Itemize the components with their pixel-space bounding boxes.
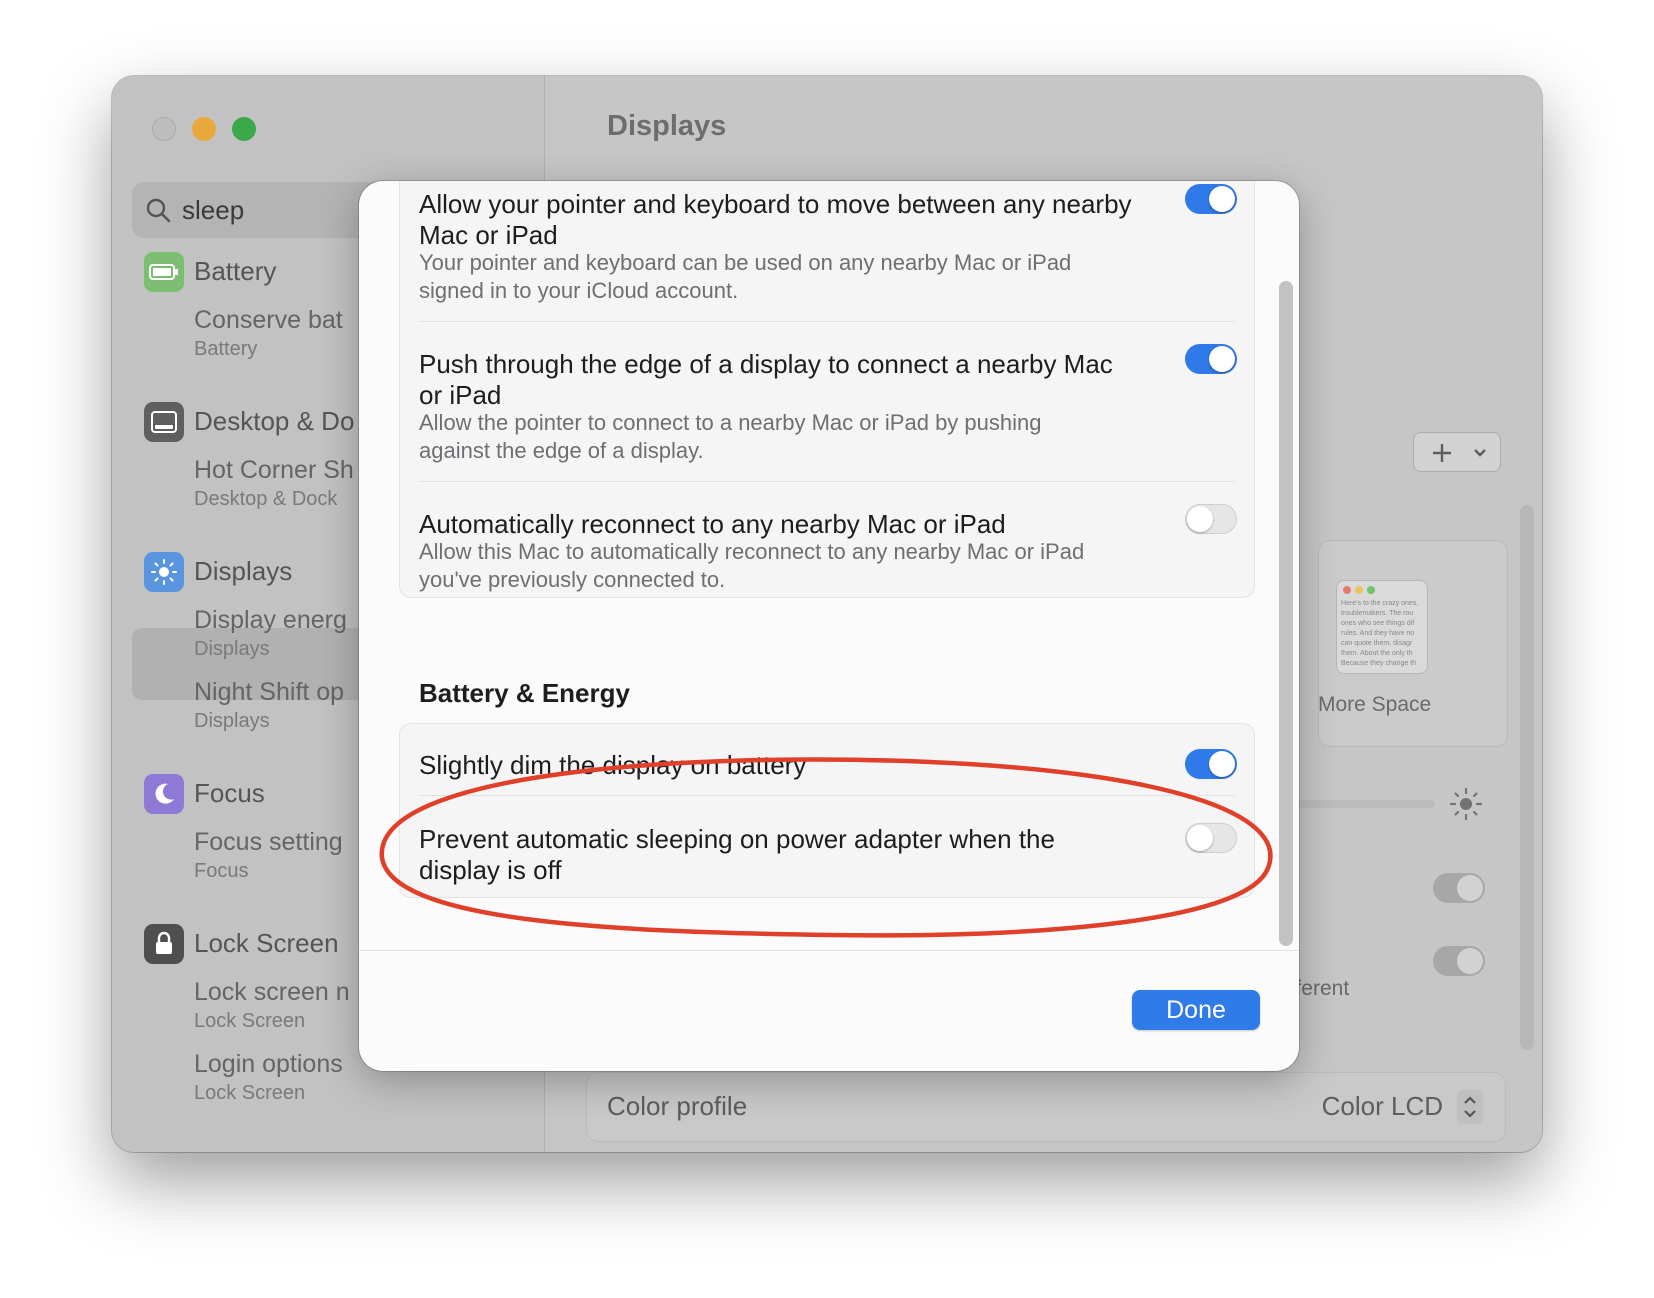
- sidebar-result-caption: Focus: [194, 860, 249, 882]
- divider: [419, 481, 1235, 482]
- preview-thumbnail: Here's to the crazy ones, troublemakers.…: [1336, 580, 1428, 674]
- sidebar-result-label[interactable]: Lock screen n: [194, 978, 350, 1007]
- sidebar-result-caption: Displays: [194, 710, 270, 732]
- row-description: Your pointer and keyboard can be used on…: [419, 250, 1072, 275]
- sidebar-result-label[interactable]: Login options: [194, 1050, 343, 1079]
- brightness-slider[interactable]: [1290, 800, 1435, 808]
- row-description: Allow the pointer to connect to a nearby…: [419, 410, 1042, 435]
- displays-icon: [144, 552, 184, 592]
- footer-divider: [359, 950, 1299, 951]
- battery-icon: [144, 252, 184, 292]
- add-display-button[interactable]: [1413, 432, 1501, 472]
- mini-traffic-lights-icon: [1343, 586, 1375, 594]
- row-title: Prevent automatic sleeping on power adap…: [419, 824, 1055, 854]
- color-profile-label: Color profile: [607, 1091, 748, 1121]
- section-title-battery-energy: Battery & Energy: [419, 678, 630, 708]
- sidebar-result-label[interactable]: Hot Corner Sh: [194, 456, 354, 485]
- color-profile-select[interactable]: Color LCD: [1322, 1091, 1443, 1122]
- sidebar-result-label[interactable]: Conserve bat: [194, 306, 343, 335]
- divider: [419, 795, 1235, 796]
- row-description: you've previously connected to.: [419, 567, 726, 592]
- focus-icon: [144, 774, 184, 814]
- row-description: Allow this Mac to automatically reconnec…: [419, 539, 1085, 564]
- sidebar-item-desktop-dock[interactable]: Desktop & Do: [194, 406, 354, 437]
- zoom-button[interactable]: [232, 117, 256, 141]
- brightness-icon: [1449, 787, 1483, 821]
- row-title: Automatically reconnect to any nearby Ma…: [419, 509, 1006, 539]
- search-icon: [146, 198, 171, 223]
- row-title: Slightly dim the display on battery: [419, 750, 807, 780]
- lock-screen-icon: [144, 924, 184, 964]
- main-scrollbar[interactable]: [1520, 505, 1534, 1050]
- row-title: Allow your pointer and keyboard to move …: [419, 189, 1132, 219]
- sidebar-item-lock-screen[interactable]: Lock Screen: [194, 928, 339, 959]
- divider: [419, 321, 1235, 322]
- sidebar-result-caption: Lock Screen: [194, 1010, 306, 1032]
- sidebar-result-label[interactable]: Display energ: [194, 606, 347, 635]
- advanced-settings-sheet: Allow your pointer and keyboard to move …: [359, 181, 1299, 1071]
- row-title: or iPad: [419, 380, 502, 410]
- done-button[interactable]: Done: [1132, 990, 1260, 1030]
- row-title: Push through the edge of a display to co…: [419, 349, 1113, 379]
- desktop-dock-icon: [144, 402, 184, 442]
- sidebar-item-displays[interactable]: Displays: [194, 556, 292, 587]
- dim-display-on-battery-toggle[interactable]: [1185, 749, 1237, 779]
- prevent-sleep-toggle[interactable]: [1185, 823, 1237, 853]
- sidebar-result-caption: Lock Screen: [194, 1082, 306, 1104]
- sheet-scrollbar[interactable]: [1279, 281, 1293, 946]
- push-through-edge-toggle[interactable]: [1185, 344, 1237, 374]
- row-description: signed in to your iCloud account.: [419, 278, 739, 303]
- sidebar-result-label[interactable]: Focus setting: [194, 828, 343, 857]
- minimize-button[interactable]: [192, 117, 216, 141]
- page-title: Displays: [607, 110, 727, 142]
- preview-sample-text: Here's to the crazy ones, troublemakers.…: [1341, 600, 1419, 667]
- chevron-up-down-icon: [1464, 1096, 1476, 1118]
- color-profile-row: Color profile Color LCD: [586, 1072, 1506, 1142]
- sidebar-item-focus[interactable]: Focus: [194, 778, 265, 809]
- plus-icon: [1433, 444, 1486, 462]
- sidebar-result-label[interactable]: Night Shift op: [194, 678, 344, 707]
- search-input[interactable]: sleep: [182, 195, 244, 226]
- background-toggle[interactable]: [1433, 946, 1485, 976]
- auto-reconnect-toggle[interactable]: [1185, 504, 1237, 534]
- select-stepper[interactable]: [1457, 1090, 1483, 1124]
- pointer-keyboard-toggle[interactable]: [1185, 184, 1237, 214]
- sidebar-item-battery[interactable]: Battery: [194, 256, 276, 287]
- close-button[interactable]: [152, 117, 176, 141]
- row-description: against the edge of a display.: [419, 438, 704, 463]
- row-title: display is off: [419, 855, 562, 885]
- more-space-label: More Space: [1318, 693, 1432, 716]
- background-toggle[interactable]: [1433, 873, 1485, 903]
- row-title: Mac or iPad: [419, 220, 558, 250]
- sidebar-result-caption: Battery: [194, 338, 258, 360]
- sidebar-result-caption: Desktop & Dock: [194, 488, 338, 510]
- sidebar-result-caption: Displays: [194, 638, 270, 660]
